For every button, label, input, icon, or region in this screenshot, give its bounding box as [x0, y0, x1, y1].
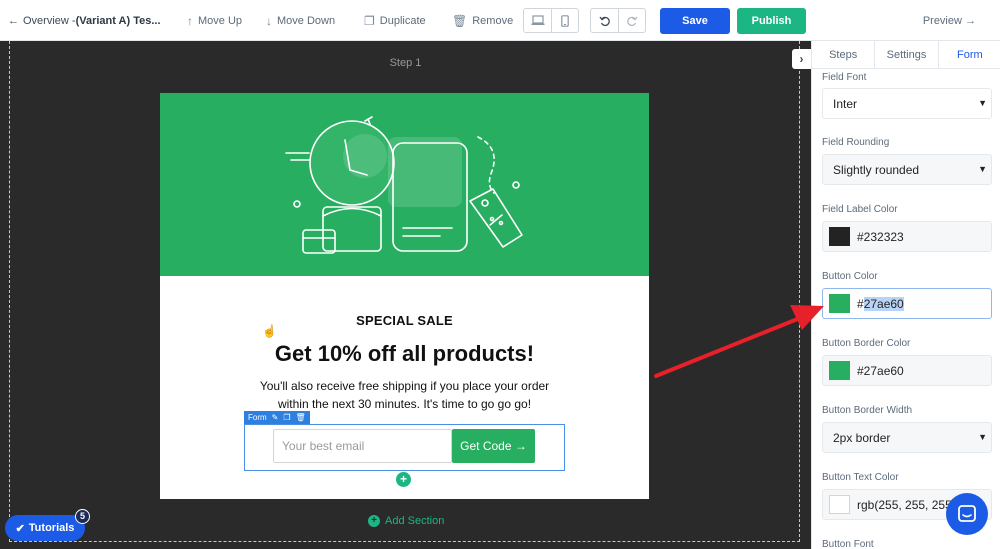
- field-rounding-value: Slightly rounded: [833, 162, 920, 177]
- breadcrumb[interactable]: ← Overview - (Variant A) Tes...: [8, 0, 161, 41]
- back-arrow-icon[interactable]: ←: [8, 15, 19, 27]
- button-border-color-label: Button Border Color: [822, 338, 911, 349]
- button-border-color-input[interactable]: #27ae60: [822, 355, 992, 386]
- chevron-down-icon: ▼: [978, 164, 987, 174]
- hand-cursor-icon: ☝: [262, 324, 277, 338]
- duplicate-label: Duplicate: [379, 14, 426, 27]
- breadcrumb-overview[interactable]: Overview -: [23, 15, 76, 27]
- tutorials-label: Tutorials: [28, 522, 75, 534]
- add-section-button[interactable]: + Add Section: [368, 515, 444, 527]
- field-font-select[interactable]: Inter ▼: [822, 88, 992, 119]
- button-text-color-label: Button Text Color: [822, 472, 899, 483]
- tab-form[interactable]: Form: [938, 41, 1000, 68]
- field-rounding-select[interactable]: Slightly rounded ▼: [822, 154, 992, 185]
- button-color-prefix: #: [857, 296, 864, 311]
- pencil-icon[interactable]: ✎: [272, 413, 279, 422]
- duplicate-button[interactable]: ❐ Duplicate: [364, 0, 426, 41]
- chevron-down-icon: ▼: [978, 98, 987, 108]
- trash-icon: 🗑: [452, 13, 468, 28]
- redo-icon[interactable]: [618, 9, 645, 32]
- hero-image[interactable]: [160, 93, 649, 276]
- save-button[interactable]: Save: [660, 8, 730, 34]
- button-border-width-label: Button Border Width: [822, 405, 913, 416]
- button-border-color-value: #27ae60: [857, 363, 904, 378]
- editor-canvas: Step 1 SPECIAL SALE Get 10% off all prod…: [0, 41, 811, 549]
- color-swatch[interactable]: [829, 227, 850, 246]
- check-icon: ✔: [15, 522, 25, 535]
- undo-icon[interactable]: [591, 9, 618, 32]
- field-font-value: Inter: [833, 96, 858, 111]
- color-swatch[interactable]: [829, 294, 850, 313]
- tab-settings[interactable]: Settings: [875, 41, 939, 68]
- move-up-label: Move Up: [198, 14, 243, 27]
- shopping-illustration-icon: [285, 116, 523, 254]
- arrow-up-icon: ↑: [187, 13, 193, 28]
- button-text-color-value: rgb(255, 255, 255: [857, 497, 952, 512]
- plus-circle-icon: +: [368, 515, 380, 527]
- remove-button[interactable]: 🗑 Remove: [452, 0, 513, 41]
- tutorials-button[interactable]: ✔ Tutorials: [5, 515, 85, 541]
- tab-steps[interactable]: Steps: [812, 41, 876, 68]
- panel-tabs: Steps Settings Form: [812, 41, 1000, 69]
- button-border-width-value: 2px border: [833, 430, 891, 445]
- move-down-button[interactable]: ↓ Move Down: [266, 0, 335, 41]
- copy-icon: ❐: [364, 13, 375, 28]
- move-up-button[interactable]: ↑ Move Up: [187, 0, 242, 41]
- chat-icon: [958, 505, 976, 522]
- button-color-input[interactable]: #27ae60: [822, 288, 992, 319]
- move-down-label: Move Down: [277, 14, 336, 27]
- special-sale-heading[interactable]: SPECIAL SALE: [160, 313, 649, 328]
- properties-panel: Steps Settings Form Field Font Inter ▼ F…: [811, 41, 1000, 549]
- field-font-label: Field Font: [822, 72, 867, 83]
- description-line-1: You'll also receive free shipping if you…: [259, 379, 550, 393]
- arrow-down-icon: ↓: [266, 13, 272, 28]
- chevron-down-icon: ▼: [978, 432, 987, 442]
- field-rounding-label: Field Rounding: [822, 137, 890, 148]
- color-swatch[interactable]: [829, 361, 850, 380]
- add-element-icon[interactable]: +: [396, 472, 411, 487]
- add-section-label: Add Section: [385, 515, 445, 527]
- form-tag-label: Form: [248, 413, 267, 422]
- email-input[interactable]: Your best email: [273, 429, 452, 463]
- form-element-tag[interactable]: Form ✎ ❐ 🗑: [244, 411, 310, 424]
- preview-button[interactable]: Preview →: [923, 0, 976, 41]
- history-toggle: [590, 8, 646, 33]
- headline[interactable]: Get 10% off all products!: [160, 341, 649, 367]
- popup-preview[interactable]: SPECIAL SALE Get 10% off all products! Y…: [160, 93, 649, 499]
- button-border-width-select[interactable]: 2px border ▼: [822, 422, 992, 453]
- chevron-right-icon[interactable]: ›: [792, 49, 811, 69]
- desktop-icon[interactable]: [524, 9, 551, 32]
- breadcrumb-page: (Variant A) Tes...: [75, 14, 161, 27]
- button-color-selected-text: 27ae60: [863, 296, 904, 311]
- field-label-color-value: #232323: [857, 229, 904, 244]
- description[interactable]: You'll also receive free shipping if you…: [250, 377, 559, 413]
- field-label-color-input[interactable]: #232323: [822, 221, 992, 252]
- button-color-label: Button Color: [822, 271, 878, 282]
- button-font-label: Button Font: [822, 539, 874, 549]
- trash-icon[interactable]: 🗑: [296, 413, 306, 422]
- get-code-button[interactable]: Get Code →: [452, 429, 535, 463]
- copy-icon[interactable]: ❐: [283, 413, 290, 422]
- step-label: Step 1: [389, 57, 422, 69]
- mobile-icon[interactable]: [551, 9, 578, 32]
- color-swatch[interactable]: [829, 495, 850, 514]
- remove-label: Remove: [472, 14, 514, 27]
- device-toggle: [523, 8, 579, 33]
- top-toolbar: ← Overview - (Variant A) Tes... ↑ Move U…: [0, 0, 1000, 41]
- tutorials-badge: 5: [75, 509, 90, 524]
- chat-support-button[interactable]: [946, 493, 988, 535]
- publish-button[interactable]: Publish: [737, 8, 806, 34]
- field-label-color-label: Field Label Color: [822, 204, 898, 215]
